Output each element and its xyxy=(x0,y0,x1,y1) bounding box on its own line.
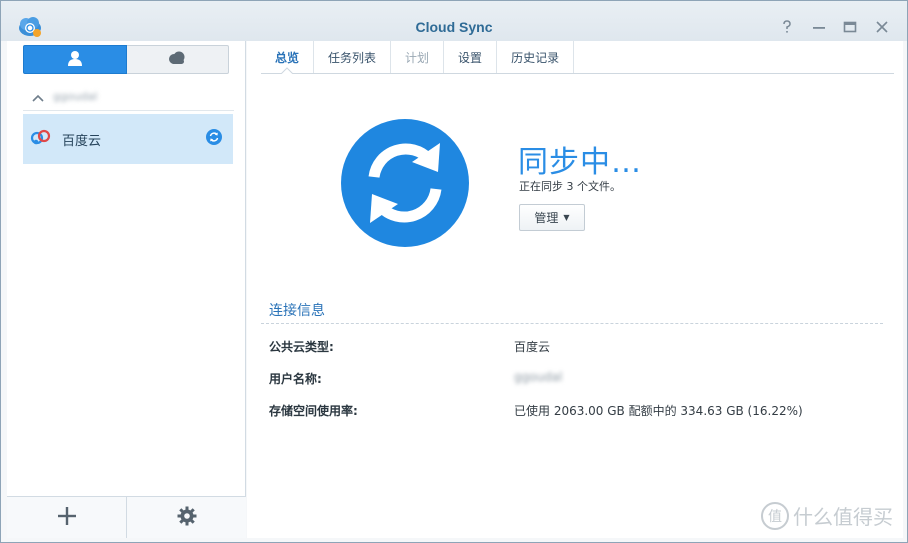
big-sync-icon xyxy=(341,119,469,247)
account-name: ggoudal xyxy=(53,90,98,103)
syncing-icon xyxy=(206,129,222,149)
account-group-header[interactable]: ggoudal xyxy=(23,83,234,111)
info-row-username: 用户名称: ggoudal xyxy=(269,370,869,390)
minimize-icon[interactable] xyxy=(810,18,828,36)
tab-history[interactable]: 历史记录 xyxy=(497,41,575,73)
watermark: 值 什么值得买 xyxy=(761,501,893,530)
tab-label: 计划 xyxy=(405,50,430,65)
tab-schedule[interactable]: 计划 xyxy=(391,41,445,73)
sidebar-item-label: 百度云 xyxy=(62,133,102,149)
chevron-up-icon[interactable] xyxy=(32,87,44,106)
tab-label: 总览 xyxy=(275,50,300,65)
manage-button[interactable]: 管理 ▼ xyxy=(519,204,585,231)
sidebar-view-switch xyxy=(23,45,229,74)
baidu-cloud-icon xyxy=(30,128,52,150)
help-icon[interactable] xyxy=(778,18,796,36)
tab-active-caret xyxy=(281,67,293,74)
info-value: 百度云 xyxy=(514,340,551,354)
user-view-button[interactable] xyxy=(23,45,127,74)
info-label: 公共云类型: xyxy=(269,340,334,354)
cloud-sync-window: Cloud Sync ggoudal 百度云 总览 任务列表 计划 设置 历史记… xyxy=(0,0,908,543)
info-value: 已使用 2063.00 GB 配额中的 334.63 GB (16.22%) xyxy=(514,404,803,418)
tab-label: 任务列表 xyxy=(328,50,377,65)
sync-status-title: 同步中… xyxy=(518,145,642,180)
info-label: 用户名称: xyxy=(269,372,322,386)
section-divider xyxy=(261,323,883,324)
watermark-text: 什么值得买 xyxy=(793,505,893,529)
connection-info-heading: 连接信息 xyxy=(269,303,325,319)
tab-task-list[interactable]: 任务列表 xyxy=(314,41,392,73)
info-value: ggoudal xyxy=(514,370,563,384)
settings-gear-icon xyxy=(177,506,197,530)
manage-button-label: 管理 xyxy=(534,211,559,225)
info-row-storage-usage: 存储空间使用率: 已使用 2063.00 GB 配额中的 334.63 GB (… xyxy=(269,402,869,422)
tab-settings[interactable]: 设置 xyxy=(444,41,498,73)
info-row-cloud-type: 公共云类型: 百度云 xyxy=(269,338,869,358)
settings-button[interactable] xyxy=(126,497,246,538)
info-label: 存储空间使用率: xyxy=(269,404,358,418)
user-icon xyxy=(66,49,84,71)
watermark-badge: 值 xyxy=(761,501,789,530)
main-panel: 总览 任务列表 计划 设置 历史记录 同步中… 正在同步 3 个文件。 管理 ▼… xyxy=(247,41,903,538)
add-button[interactable] xyxy=(7,497,126,538)
tab-label: 历史记录 xyxy=(511,50,560,65)
tab-bar: 总览 任务列表 计划 设置 历史记录 xyxy=(261,41,894,74)
title-bar[interactable]: Cloud Sync xyxy=(1,1,907,41)
sidebar-toolbar xyxy=(7,496,246,538)
tab-label: 设置 xyxy=(458,50,483,65)
sidebar: ggoudal 百度云 xyxy=(7,41,246,538)
cloud-icon xyxy=(167,50,187,70)
maximize-icon[interactable] xyxy=(841,18,859,36)
sidebar-item-baidu-cloud[interactable]: 百度云 xyxy=(23,114,233,164)
cloud-view-button[interactable] xyxy=(126,45,229,74)
close-icon[interactable] xyxy=(873,18,891,36)
add-icon xyxy=(57,506,77,530)
window-title: Cloud Sync xyxy=(415,19,493,35)
caret-down-icon: ▼ xyxy=(563,213,570,222)
sync-status-subtitle: 正在同步 3 个文件。 xyxy=(519,180,621,193)
tab-overview[interactable]: 总览 xyxy=(261,41,315,74)
